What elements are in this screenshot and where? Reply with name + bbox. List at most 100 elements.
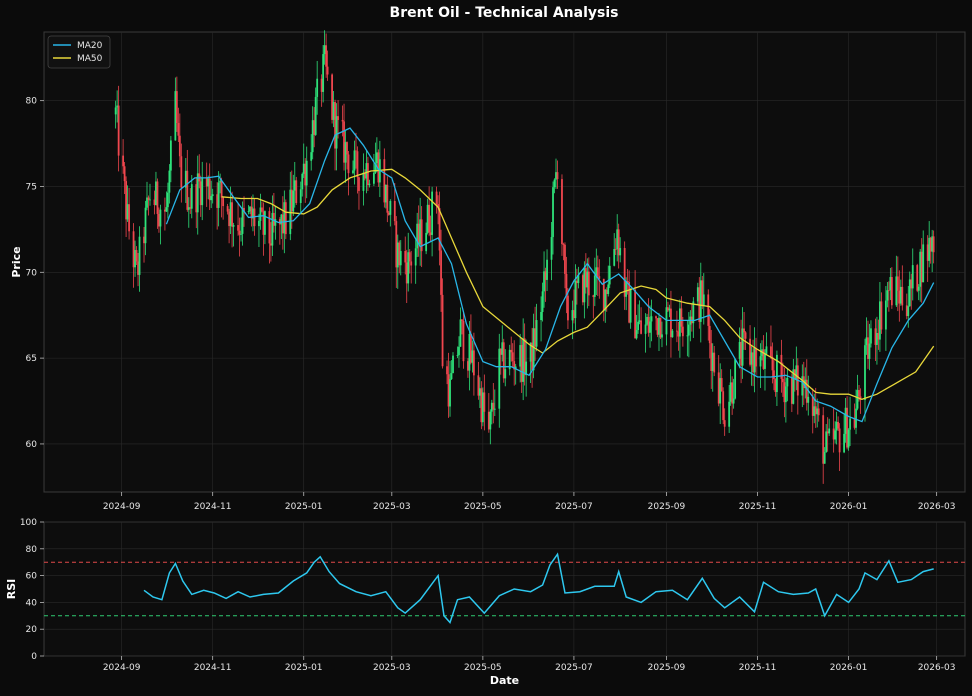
candle-body	[702, 294, 705, 306]
candle-body	[180, 156, 183, 188]
candle-body	[138, 236, 141, 275]
candle-body	[649, 321, 651, 333]
candle-body	[237, 225, 239, 231]
price-x-tick-label: 2025-03	[373, 502, 411, 512]
candle-body	[414, 248, 417, 266]
price-y-tick-label: 70	[26, 268, 38, 278]
candle-body	[834, 430, 837, 440]
candle-body	[917, 286, 920, 291]
candle-body	[564, 244, 566, 274]
price-x-tick-label: 2026-01	[830, 502, 868, 512]
candle-body	[886, 290, 889, 301]
candle-body	[504, 369, 507, 379]
rsi-plot-area	[43, 521, 966, 657]
candle-body	[410, 261, 413, 266]
candle-body	[211, 194, 214, 197]
candle-body	[301, 173, 304, 190]
candle-body	[759, 356, 762, 367]
candle-body	[326, 66, 329, 75]
candle-body	[226, 206, 229, 212]
candle-body	[868, 343, 871, 359]
candle-body	[825, 431, 828, 453]
candle-body	[907, 306, 910, 317]
candle-body	[510, 349, 513, 353]
candle-body	[764, 353, 766, 369]
candle-body	[166, 192, 169, 208]
candle-body	[368, 183, 371, 186]
candle-body	[292, 190, 295, 212]
candle-body	[870, 328, 872, 344]
candle-body	[347, 154, 350, 174]
candle-body	[858, 390, 860, 397]
candle-body	[922, 244, 925, 283]
candle-body	[261, 207, 263, 212]
candle-body	[587, 271, 590, 296]
candle-body	[817, 408, 820, 416]
candle-body	[687, 324, 690, 336]
candle-body	[399, 250, 402, 266]
candle-body	[629, 289, 632, 323]
candle-body	[552, 187, 554, 238]
candle-body	[781, 378, 784, 383]
rsi-y-label: RSI	[5, 579, 18, 600]
candle-body	[175, 91, 178, 124]
price-x-tick-label: 2025-01	[285, 502, 323, 512]
price-y-tick-label: 60	[26, 440, 38, 450]
candle-body	[770, 346, 772, 357]
candle-body	[567, 295, 569, 321]
candle-body	[640, 320, 642, 334]
candle-body	[755, 348, 757, 367]
rsi-x-tick-label: 2025-01	[285, 663, 323, 673]
candle-body	[864, 345, 866, 401]
candle-body	[720, 378, 723, 392]
candle-body	[884, 300, 887, 330]
rsi-x-tick-label: 2025-05	[464, 663, 502, 673]
chart-figure: Brent Oil - Technical Analysis 60 65 70 75 8…	[0, 0, 972, 692]
candle-body	[428, 204, 431, 233]
candle-body	[356, 151, 359, 178]
price-panel: 6065707580 2024-09 2024-11 2025-01 2025-03 2…	[10, 30, 966, 512]
price-x-tick-label: 2025-11	[739, 502, 777, 512]
candle-body	[556, 172, 559, 180]
candle-body	[708, 325, 711, 344]
candle-body	[676, 330, 678, 332]
candle-body	[896, 276, 899, 291]
candle-body	[541, 291, 544, 312]
price-y-ticks: 60 65 70 75 80	[26, 97, 44, 450]
candle-body	[843, 433, 845, 453]
candle-body	[847, 429, 850, 448]
rsi-x-tick-label: 2024-09	[103, 663, 141, 673]
candle-body	[258, 220, 260, 227]
candle-body	[367, 163, 369, 186]
rsi-y-tick-label: 20	[26, 625, 38, 635]
candle-body	[734, 358, 737, 399]
candle-body	[114, 107, 117, 115]
candle-body	[713, 352, 716, 373]
candle-body	[449, 379, 451, 407]
candle-body	[849, 418, 851, 430]
candle-body	[681, 326, 684, 337]
rsi-x-label: Date	[490, 674, 519, 687]
candle-body	[441, 294, 444, 367]
candle-body	[722, 391, 725, 421]
candle-body	[686, 335, 689, 337]
candle-body	[492, 402, 495, 410]
candle-body	[156, 181, 159, 214]
candle-body	[169, 140, 172, 171]
candle-body	[358, 177, 360, 191]
candle-body	[562, 244, 565, 245]
candle-body	[335, 116, 338, 149]
candle-body	[438, 208, 441, 251]
candle-body	[680, 308, 683, 327]
price-y-tick-label: 65	[26, 354, 37, 364]
chart-title: Brent Oil - Technical Analysis	[390, 5, 619, 21]
candle-body	[431, 191, 434, 235]
rsi-x-tick-label: 2025-11	[739, 663, 777, 673]
rsi-panel: 0 20 40 60 80 100 2024-09 2024-11 2025-01 2025-0…	[5, 518, 966, 687]
candle-body	[728, 401, 731, 427]
candle-body	[498, 348, 501, 409]
candle-body	[220, 180, 223, 198]
price-y-tick-label: 75	[26, 182, 37, 192]
candle-body	[608, 265, 611, 285]
candle-body	[880, 301, 883, 330]
